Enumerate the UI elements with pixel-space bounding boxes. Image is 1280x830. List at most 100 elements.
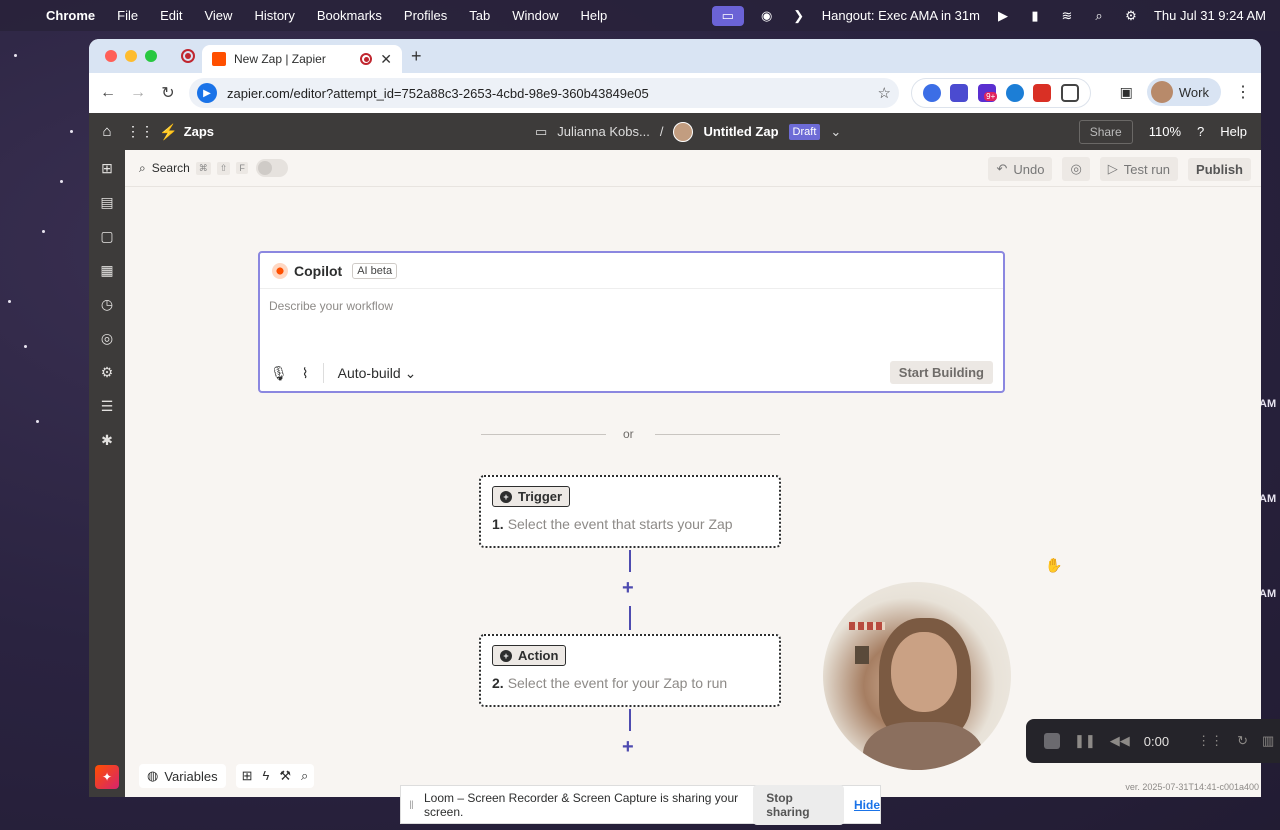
screen-share-icon[interactable]: ▭ xyxy=(711,5,744,26)
wifi-icon[interactable]: ≋ xyxy=(1058,8,1076,23)
bolt-icon[interactable]: ϟ xyxy=(262,768,269,784)
extensions-puzzle-icon[interactable] xyxy=(1061,84,1080,102)
zaps-link[interactable]: Zaps xyxy=(184,124,214,139)
trigger-step[interactable]: + Trigger 1. Select the event that starts… xyxy=(479,475,781,548)
chrome-menu-icon[interactable]: ⋮ xyxy=(1235,82,1251,102)
close-tab-icon[interactable]: ✕ xyxy=(380,51,392,68)
restart-icon[interactable]: ↻ xyxy=(1237,733,1248,749)
menu-tab[interactable]: Tab xyxy=(469,8,490,23)
canvas-toggle[interactable] xyxy=(255,159,288,177)
extension-2-icon[interactable] xyxy=(950,84,969,102)
comments-icon[interactable]: ▢ xyxy=(99,228,115,246)
site-info-icon[interactable]: ▶ xyxy=(197,83,217,103)
help-icon[interactable]: ? xyxy=(1197,124,1204,139)
home-icon[interactable]: ⌂ xyxy=(89,123,125,140)
menu-view[interactable]: View xyxy=(204,8,232,23)
start-building-button[interactable]: Start Building xyxy=(889,361,993,384)
add-step-icon[interactable]: + xyxy=(622,736,634,759)
trigger-pill: + Trigger xyxy=(492,486,571,507)
calendar-event-text[interactable]: Hangout: Exec AMA in 31m xyxy=(822,8,980,23)
microphone-icon[interactable]: 🎙 xyxy=(270,365,288,382)
minimize-window-button[interactable] xyxy=(125,50,137,62)
extension-1-icon[interactable] xyxy=(922,84,941,102)
battery-icon[interactable]: ▮ xyxy=(1026,8,1044,23)
status-icon[interactable]: ◎ xyxy=(99,330,115,348)
profile-button[interactable]: Work xyxy=(1146,78,1221,106)
chevron-down-icon[interactable]: ⌄ xyxy=(830,124,841,140)
history-icon[interactable]: ◷ xyxy=(99,296,115,314)
action-pill: + Action xyxy=(492,645,567,666)
stop-recording-icon[interactable] xyxy=(1044,733,1060,749)
apps-icon[interactable]: ⊞ xyxy=(99,160,115,178)
share-button[interactable]: Share xyxy=(1078,119,1133,144)
back-button[interactable]: ← xyxy=(93,84,123,102)
zap-name[interactable]: Untitled Zap xyxy=(703,124,778,139)
reload-button[interactable]: ↻ xyxy=(153,83,183,103)
settings-icon[interactable]: ⚙ xyxy=(99,364,115,382)
cast-icon[interactable]: ▣ xyxy=(1120,84,1133,101)
loom-camera-bubble[interactable] xyxy=(823,582,1011,770)
folder-name[interactable]: Julianna Kobs... xyxy=(557,124,650,139)
stop-sharing-button[interactable]: Stop sharing xyxy=(753,784,844,825)
auto-build-dropdown[interactable]: Auto-build ⌄ xyxy=(338,365,417,382)
close-window-button[interactable] xyxy=(105,50,117,62)
grid-icon[interactable]: ⋮⋮ xyxy=(1197,733,1223,749)
address-bar[interactable]: ▶ zapier.com/editor?attempt_id=752a88c3-… xyxy=(189,78,899,108)
drag-handle-icon[interactable]: ‖ xyxy=(409,798,414,812)
extension-3-icon[interactable]: 9+ xyxy=(978,84,998,102)
play-icon[interactable]: ▶ xyxy=(994,8,1012,23)
pause-icon[interactable]: ❚❚ xyxy=(1074,733,1096,749)
hide-link[interactable]: Hide xyxy=(854,798,880,812)
canvas-search[interactable]: ⌕ Search ⌘ ⇧ F xyxy=(139,161,248,176)
extension-5-icon[interactable] xyxy=(1033,84,1052,102)
zoom-level[interactable]: 110% xyxy=(1149,124,1181,139)
menu-bookmarks[interactable]: Bookmarks xyxy=(317,8,382,23)
menu-edit[interactable]: Edit xyxy=(160,8,182,23)
rewind-icon[interactable]: ◀◀ xyxy=(1110,733,1130,749)
bookmark-star-icon[interactable]: ☆ xyxy=(878,84,891,102)
trash-icon[interactable]: ▥ xyxy=(1262,733,1274,749)
publish-button[interactable]: Publish xyxy=(1188,157,1251,181)
menu-help[interactable]: Help xyxy=(581,8,608,23)
workflow-description-input[interactable]: Describe your workflow xyxy=(260,289,1003,313)
editor-canvas[interactable]: ⌕ Search ⌘ ⇧ F ↶ Undo ◎ ▷ Test run Publi… xyxy=(125,150,1261,797)
shortcut-key: ⌘ xyxy=(195,161,211,175)
test-run-button[interactable]: ▷ Test run xyxy=(1099,157,1179,181)
versions-icon[interactable]: ☰ xyxy=(99,398,115,416)
menu-window[interactable]: Window xyxy=(512,8,558,23)
loom-control-bar: ❚❚ ◀◀ 0:00 ⋮⋮ ↻ ▥ xyxy=(1026,719,1280,763)
action-step[interactable]: + Action 2. Select the event for your Zap… xyxy=(479,634,781,707)
trigger-label: Trigger xyxy=(518,489,563,504)
layout-icon[interactable]: ⊞ xyxy=(242,768,253,784)
menu-app-name[interactable]: Chrome xyxy=(46,8,95,23)
menu-history[interactable]: History xyxy=(254,8,294,23)
control-center-icon[interactable]: ⚙ xyxy=(1122,8,1140,23)
undo-button[interactable]: ↶ Undo xyxy=(988,157,1053,181)
record-icon[interactable]: ◉ xyxy=(758,8,776,23)
tab-new-zap[interactable]: New Zap | Zapier ✕ xyxy=(202,45,402,73)
search-icon[interactable]: ⌕ xyxy=(301,768,308,784)
zap-file-icon[interactable]: ▤ xyxy=(99,194,115,212)
wrench-icon[interactable]: ⚒ xyxy=(279,768,291,784)
recording-tab-icon[interactable] xyxy=(181,49,195,63)
menubar-clock[interactable]: Thu Jul 31 9:24 AM xyxy=(1154,8,1266,23)
calendar-icon[interactable]: ▦ xyxy=(99,262,115,280)
bug-icon[interactable]: ✱ xyxy=(99,432,115,450)
url-text[interactable]: zapier.com/editor?attempt_id=752a88c3-26… xyxy=(227,86,649,101)
action-description: 2. Select the event for your Zap to run xyxy=(492,675,779,691)
zoom-window-button[interactable] xyxy=(145,50,157,62)
redo-history-icon[interactable]: ◎ xyxy=(1062,157,1090,181)
attachment-icon[interactable]: ⌇ xyxy=(302,365,309,382)
new-tab-button[interactable]: + xyxy=(411,46,422,67)
extension-4-icon[interactable] xyxy=(1005,84,1024,102)
add-step-icon[interactable]: + xyxy=(622,577,634,600)
tab-recording-icon xyxy=(360,53,373,65)
menu-profiles[interactable]: Profiles xyxy=(404,8,447,23)
menu-file[interactable]: File xyxy=(117,8,138,23)
app-grid-icon[interactable]: ⋮⋮ xyxy=(125,123,155,140)
spotlight-search-icon[interactable]: ⌕ xyxy=(1090,8,1108,23)
zapier-ai-icon[interactable]: ✦ xyxy=(95,765,119,789)
variables-button[interactable]: ◍ Variables xyxy=(139,764,226,788)
forward-button[interactable]: → xyxy=(123,84,153,102)
help-menu[interactable]: Help xyxy=(1220,124,1247,139)
